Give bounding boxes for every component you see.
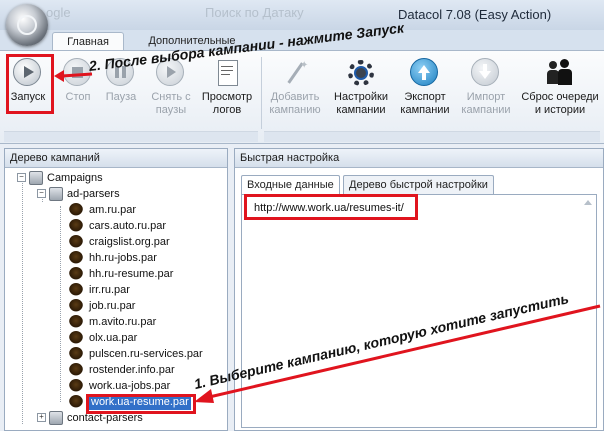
arrow-shaft-step2	[61, 72, 93, 78]
globe-icon	[17, 15, 37, 35]
app-menu-orb[interactable]	[6, 4, 48, 46]
arrow-shaft-step1	[204, 304, 601, 400]
